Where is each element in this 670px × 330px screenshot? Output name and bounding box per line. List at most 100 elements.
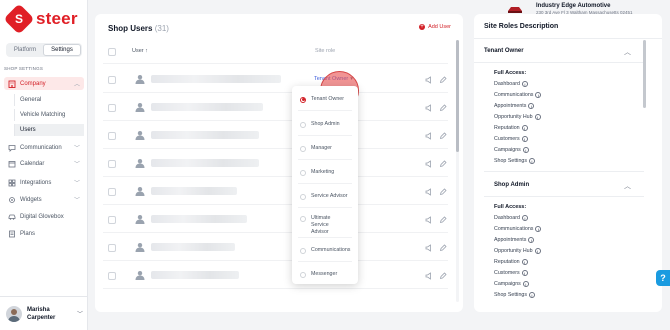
info-icon[interactable]: i <box>521 125 528 131</box>
chevron-up-icon[interactable]: ︿ <box>624 47 642 57</box>
info-icon[interactable]: i <box>522 281 529 287</box>
building-icon <box>7 79 16 88</box>
info-icon[interactable]: i <box>528 158 535 164</box>
broadcast-icon[interactable] <box>425 76 433 84</box>
row-divider <box>103 120 448 121</box>
role-option-ultimate-service-advisor[interactable]: Ultimate Service Advisor <box>300 215 348 236</box>
panel-scrollbar-thumb[interactable] <box>643 40 646 108</box>
info-icon[interactable]: i <box>534 248 541 254</box>
role-section-tenant-owner[interactable]: Tenant Owner <box>484 48 524 54</box>
select-all-checkbox[interactable] <box>108 48 116 56</box>
sidebar-sub-users[interactable]: Users <box>14 124 84 136</box>
broadcast-icon[interactable] <box>425 160 433 168</box>
edit-icon[interactable] <box>439 76 447 84</box>
option-label: Marketing <box>311 169 335 175</box>
info-icon[interactable]: i <box>528 237 535 243</box>
row-checkbox[interactable] <box>108 132 116 140</box>
role-option-shop-admin[interactable]: Shop Admin <box>300 121 340 128</box>
help-button[interactable]: ? <box>656 270 670 286</box>
option-divider <box>298 159 352 160</box>
info-icon[interactable]: i <box>528 292 535 298</box>
perm-label: Dashboard <box>494 215 520 221</box>
platform-toggle[interactable]: Platform <box>7 44 43 56</box>
info-icon[interactable]: i <box>534 114 541 120</box>
perm-opportunity-hub: Opportunity Hub i <box>494 114 541 120</box>
broadcast-icon[interactable] <box>425 244 433 252</box>
perm-shop-settings: Shop Settings i <box>494 292 535 298</box>
sidebar-item-digital-glovebox[interactable]: Digital Glovebox <box>4 210 84 223</box>
sidebar-item-plans[interactable]: Plans <box>4 227 84 240</box>
broadcast-icon[interactable] <box>425 188 433 196</box>
user-name-redacted <box>151 159 259 167</box>
info-icon[interactable]: i <box>521 259 528 265</box>
option-label: Shop Admin <box>311 121 340 127</box>
sidebar-item-integrations[interactable]: Integrations ﹀ <box>4 176 84 189</box>
chevron-up-icon[interactable]: ︿ <box>624 181 642 191</box>
row-checkbox[interactable] <box>108 104 116 112</box>
sidebar-item-label: Widgets <box>20 196 42 203</box>
sidebar-sub-vehicle-matching[interactable]: Vehicle Matching <box>14 109 84 121</box>
perm-dashboard: Dashboard i <box>494 81 528 87</box>
chevron-down-icon: ﹀ <box>73 146 80 152</box>
column-header-user[interactable]: User ↑ <box>132 48 148 54</box>
role-option-service-advisor[interactable]: Service Advisor <box>300 193 348 200</box>
broadcast-icon[interactable] <box>425 104 433 112</box>
edit-icon[interactable] <box>439 244 447 252</box>
edit-icon[interactable] <box>439 132 447 140</box>
sidebar-item-calendar[interactable]: Calendar ﹀ <box>4 157 84 170</box>
user-avatar-icon <box>135 74 145 84</box>
sidebar-item-widgets[interactable]: Widgets ﹀ <box>4 193 84 206</box>
row-checkbox[interactable] <box>108 160 116 168</box>
info-icon[interactable]: i <box>528 103 535 109</box>
current-user-menu[interactable]: Marisha Carpenter ﹀ <box>0 296 88 330</box>
broadcast-icon[interactable] <box>425 272 433 280</box>
role-option-communications[interactable]: Communications <box>300 247 350 254</box>
sidebar-sub-general[interactable]: General <box>14 94 84 106</box>
row-checkbox[interactable] <box>108 188 116 196</box>
panel-title: Site Roles Description <box>484 23 559 30</box>
edit-icon[interactable] <box>439 160 447 168</box>
table-scrollbar-thumb[interactable] <box>456 40 459 152</box>
option-label: Service Advisor <box>311 193 348 199</box>
info-icon[interactable]: i <box>522 147 529 153</box>
row-divider <box>103 204 448 205</box>
sidebar-item-company[interactable]: Company ︿ <box>4 77 84 90</box>
role-option-marketing[interactable]: Marketing <box>300 169 334 176</box>
sidebar-item-label: Communication <box>20 144 62 151</box>
edit-icon[interactable] <box>439 188 447 196</box>
info-icon[interactable]: i <box>521 215 528 221</box>
row-divider <box>103 148 448 149</box>
column-header-site-role: Site role <box>315 48 336 54</box>
shop-settings-label: SHOP SETTINGS <box>4 66 44 71</box>
broadcast-icon[interactable] <box>425 216 433 224</box>
user-avatar-icon <box>135 186 145 196</box>
info-icon[interactable]: i <box>535 226 542 232</box>
row-checkbox[interactable] <box>108 272 116 280</box>
role-section-shop-admin[interactable]: Shop Admin <box>494 182 529 188</box>
edit-icon[interactable] <box>439 104 447 112</box>
role-option-manager[interactable]: Manager <box>300 145 332 152</box>
role-option-tenant-owner[interactable]: Tenant Owner <box>300 96 344 103</box>
panel-divider <box>474 38 662 39</box>
plus-icon: + <box>419 24 426 30</box>
row-checkbox[interactable] <box>108 216 116 224</box>
info-icon[interactable]: i <box>535 92 542 98</box>
edit-icon[interactable] <box>439 272 447 280</box>
info-icon[interactable]: i <box>521 81 528 87</box>
info-icon[interactable]: i <box>521 270 528 276</box>
info-icon[interactable]: i <box>521 136 528 142</box>
broadcast-icon[interactable] <box>425 132 433 140</box>
steer-logo[interactable]: S steer <box>3 3 78 35</box>
edit-icon[interactable] <box>439 216 447 224</box>
settings-toggle[interactable]: Settings <box>43 44 81 56</box>
sidebar-item-communication[interactable]: Communication ﹀ <box>4 141 84 154</box>
role-option-messenger[interactable]: Messenger <box>300 271 337 278</box>
row-checkbox[interactable] <box>108 76 116 84</box>
page-title: Shop Users (31) <box>108 24 169 33</box>
perm-label: Appointments <box>494 103 527 109</box>
row-checkbox[interactable] <box>108 244 116 252</box>
chevron-down-icon: ﹀ <box>77 312 84 318</box>
perm-customers: Customers i <box>494 136 528 142</box>
perm-customers: Customers i <box>494 270 528 276</box>
add-user-button[interactable]: + Add User <box>419 24 451 30</box>
